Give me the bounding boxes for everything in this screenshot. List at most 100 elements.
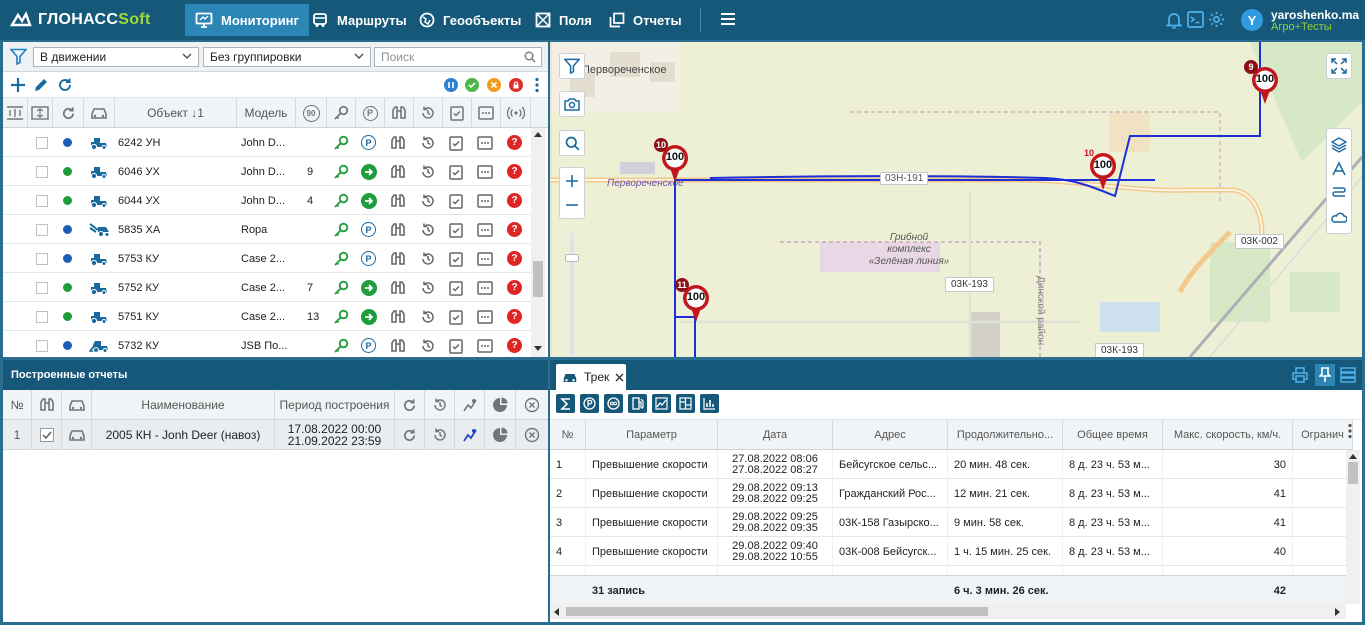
history-icon[interactable] (420, 302, 436, 331)
help-icon[interactable]: ? (507, 273, 522, 302)
fuel-button[interactable] (628, 394, 647, 413)
filter-icon[interactable] (10, 48, 27, 65)
moving-icon[interactable] (361, 273, 377, 302)
show-on-map-button[interactable] (455, 420, 485, 450)
history-icon[interactable] (420, 157, 436, 186)
scroll-down-icon[interactable] (534, 346, 542, 352)
console-icon[interactable] (1187, 11, 1204, 28)
more-icon[interactable] (477, 244, 493, 273)
more-vertical-icon[interactable] (534, 77, 540, 93)
binoculars-icon[interactable] (390, 302, 406, 331)
edit-icon[interactable] (33, 77, 49, 93)
rebuild-report-button[interactable] (395, 420, 425, 450)
row-checkbox[interactable] (36, 157, 48, 186)
ignition-key-icon[interactable] (333, 128, 349, 157)
track-row[interactable]: 2 Превышение скорости 29.08.2022 09:13 29.0… (550, 479, 1353, 508)
help-icon[interactable]: ? (507, 157, 522, 186)
scrollbar-thumb[interactable] (533, 261, 543, 297)
speeding-button[interactable] (604, 394, 623, 413)
track-column-header[interactable]: № (550, 420, 586, 450)
help-icon[interactable]: ? (507, 244, 522, 273)
zoom-slider-handle[interactable] (565, 254, 579, 262)
parking-icon[interactable]: P (361, 128, 376, 157)
history-icon[interactable] (420, 273, 436, 302)
trips-button[interactable] (652, 394, 671, 413)
help-icon[interactable]: ? (507, 128, 522, 157)
track-column-header[interactable]: Параметр (586, 420, 718, 450)
motion-filter-select[interactable]: В движении (33, 47, 199, 67)
binoculars-icon[interactable] (390, 273, 406, 302)
object-name[interactable]: 6046 УХ (118, 157, 160, 186)
task-icon[interactable] (449, 273, 463, 302)
avatar[interactable]: Y (1241, 9, 1263, 31)
expand-all-icon[interactable] (28, 98, 53, 128)
track-column-header[interactable]: Адрес (833, 420, 948, 450)
scrollbar-thumb[interactable] (1348, 462, 1358, 484)
parking-icon[interactable]: P (361, 215, 376, 244)
speed-limit-marker[interactable]: 100 10 (654, 138, 690, 184)
object-name[interactable]: 5732 КУ (118, 331, 159, 357)
speed-limit-marker[interactable]: 100 9 (1244, 60, 1280, 106)
binoculars-icon[interactable] (390, 128, 406, 157)
binoculars-icon[interactable] (390, 215, 406, 244)
table-button[interactable] (676, 394, 695, 413)
parking-icon[interactable]: P (361, 331, 376, 357)
history-icon[interactable] (420, 244, 436, 273)
row-checkbox[interactable] (36, 215, 48, 244)
row-checkbox[interactable] (36, 128, 48, 157)
track-column-header[interactable]: Дата (718, 420, 833, 450)
close-icon[interactable] (615, 373, 624, 382)
track-horizontal-scrollbar[interactable] (550, 604, 1346, 619)
report-checkbox[interactable] (32, 420, 62, 450)
row-checkbox[interactable] (36, 302, 48, 331)
ignition-key-icon[interactable] (333, 331, 349, 357)
ignition-key-icon[interactable] (333, 302, 349, 331)
chart-button[interactable] (700, 394, 719, 413)
object-row[interactable]: 5753 КУ Case 2... P? (3, 244, 531, 273)
binoculars-icon[interactable] (390, 186, 406, 215)
refresh-icon[interactable] (57, 77, 73, 93)
binoculars-icon[interactable] (390, 244, 406, 273)
close-report-button[interactable] (516, 420, 548, 450)
parking-icon[interactable]: P (361, 244, 376, 273)
more-icon[interactable] (477, 128, 493, 157)
object-row[interactable]: 6044 УХ John D... 4? (3, 186, 531, 215)
grouping-select[interactable]: Без группировки (203, 47, 371, 67)
parking-button[interactable] (580, 394, 599, 413)
object-name[interactable]: 5753 КУ (118, 244, 159, 273)
object-row[interactable]: 6046 УХ John D... 9? (3, 157, 531, 186)
map-screenshot-button[interactable] (559, 91, 585, 117)
menu-icon[interactable] (720, 11, 736, 27)
report-row[interactable]: 1 2005 КН - Jonh Deer (навоз) 17.08.2022… (3, 420, 548, 450)
scroll-up-icon[interactable] (534, 131, 542, 137)
route-tool-icon[interactable] (1331, 185, 1347, 201)
add-icon[interactable] (10, 77, 26, 93)
tab-geoobjects[interactable]: Геообъекты (409, 4, 531, 36)
column-menu-icon[interactable] (1347, 423, 1353, 439)
moving-icon[interactable] (361, 157, 377, 186)
task-icon[interactable] (449, 331, 463, 357)
zoom-out-icon[interactable] (565, 198, 579, 212)
summary-button[interactable] (556, 394, 575, 413)
object-column-header[interactable]: Объект ↓1 (115, 98, 237, 128)
task-icon[interactable] (449, 244, 463, 273)
row-checkbox[interactable] (36, 244, 48, 273)
ignition-key-icon[interactable] (333, 244, 349, 273)
object-row[interactable]: 6242 УН John D... P? (3, 128, 531, 157)
history-icon[interactable] (420, 128, 436, 157)
ruler-icon[interactable] (1331, 161, 1347, 177)
object-row[interactable]: 5751 КУ Case 2... 13? (3, 302, 531, 331)
task-icon[interactable] (449, 215, 463, 244)
speed-limit-marker[interactable]: 100 11 (675, 278, 711, 324)
cancel-icon[interactable] (487, 78, 501, 92)
ignition-key-icon[interactable] (333, 273, 349, 302)
more-icon[interactable] (477, 302, 493, 331)
track-column-header[interactable]: Общее время (1063, 420, 1163, 450)
more-icon[interactable] (477, 186, 493, 215)
scroll-right-icon[interactable] (1335, 608, 1341, 616)
row-checkbox[interactable] (36, 186, 48, 215)
object-row[interactable]: 5732 КУ JSB По... P? (3, 331, 531, 357)
tab-track[interactable]: Трек (556, 364, 626, 390)
track-row[interactable]: 4 Превышение скорости 29.08.2022 09:40 29.0… (550, 537, 1353, 566)
track-column-header[interactable]: Огранич (1293, 420, 1353, 450)
